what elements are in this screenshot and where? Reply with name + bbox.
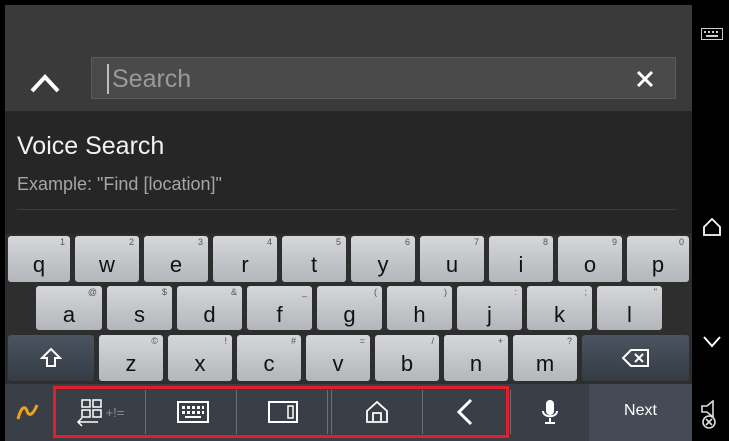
home-icon — [703, 217, 721, 236]
microphone-icon — [542, 400, 558, 424]
key-g[interactable]: (g — [317, 286, 382, 330]
key-y[interactable]: 6y — [351, 236, 415, 282]
chevron-down-icon — [703, 336, 721, 348]
mute-button[interactable] — [698, 398, 726, 432]
key-e[interactable]: 3e — [144, 236, 208, 282]
key-d[interactable]: & d — [177, 286, 242, 330]
search-toolbar: Search — [5, 5, 692, 111]
handwriting-icon — [16, 404, 39, 420]
list-divider — [17, 209, 677, 210]
key-r[interactable]: 4r — [213, 236, 277, 282]
key-h[interactable]: ) h — [387, 286, 452, 330]
voice-input-key[interactable] — [515, 388, 585, 436]
app-screen: Search Voice Search Example: "Find [loca… — [5, 5, 692, 441]
key-t[interactable]: 5t — [282, 236, 346, 282]
shift-key[interactable] — [8, 335, 94, 381]
key-w[interactable]: 2w — [75, 236, 139, 282]
search-input[interactable]: Search — [91, 57, 676, 99]
clear-search-button[interactable] — [629, 62, 661, 96]
key-q[interactable]: 1q — [8, 236, 70, 282]
key-b[interactable]: / b — [375, 335, 439, 381]
key-v[interactable]: = v — [306, 335, 370, 381]
collapse-button[interactable] — [25, 65, 65, 101]
speaker-mute-icon — [701, 400, 716, 429]
key-n[interactable]: + n — [444, 335, 508, 381]
search-placeholder: Search — [112, 65, 192, 93]
keyboard-toggle-button[interactable] — [699, 26, 725, 42]
scroll-down-button[interactable] — [699, 330, 725, 354]
key-u[interactable]: 7u — [420, 236, 484, 282]
highlight-box — [53, 386, 509, 438]
key-a[interactable]: @ a — [36, 286, 102, 330]
key-f[interactable]: _ f — [247, 286, 312, 330]
close-icon — [636, 70, 654, 88]
backspace-key[interactable] — [582, 335, 689, 381]
backspace-icon — [622, 349, 649, 367]
chevron-up-icon — [30, 74, 60, 93]
key-x[interactable]: ! x — [168, 335, 232, 381]
key-m[interactable]: ? m — [513, 335, 577, 381]
separator — [510, 390, 511, 434]
key-c[interactable]: # c — [237, 335, 301, 381]
key-j[interactable]: :j — [457, 286, 522, 330]
key-z[interactable]: © z — [99, 335, 163, 381]
key-i[interactable]: 8i — [489, 236, 553, 282]
key-k[interactable]: ; k — [527, 286, 592, 330]
voice-search-example: Example: "Find [location]" — [17, 174, 222, 194]
home-button[interactable] — [699, 214, 725, 240]
keyboard-small-icon — [701, 28, 723, 40]
key-p[interactable]: 0p — [627, 236, 689, 282]
next-key[interactable]: Next — [589, 384, 692, 441]
key-s[interactable]: $ s — [107, 286, 172, 330]
key-o[interactable]: 9o — [558, 236, 622, 282]
key-l[interactable]: " l — [597, 286, 662, 330]
voice-search-title[interactable]: Voice Search — [17, 131, 164, 161]
next-label: Next — [624, 402, 657, 419]
handwriting-key[interactable] — [5, 388, 51, 436]
text-caret — [107, 64, 109, 94]
shift-icon — [40, 347, 62, 367]
